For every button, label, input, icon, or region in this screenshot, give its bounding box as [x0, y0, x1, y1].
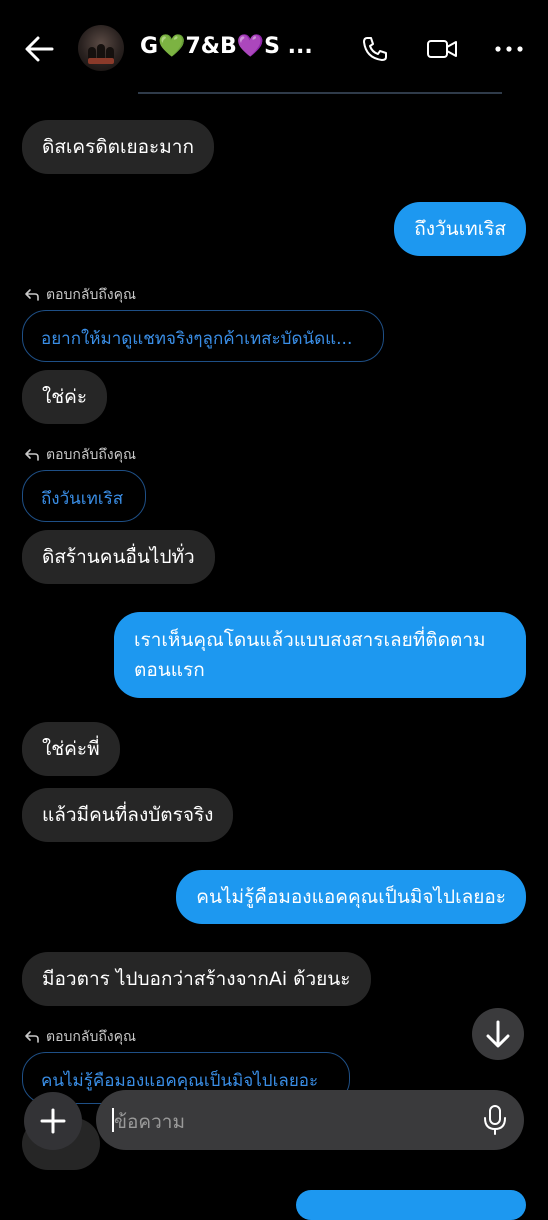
message-input-placeholder: ข้อความ [114, 1111, 185, 1133]
incoming-message[interactable]: มีอวตาร ไปบอกว่าสร้างจากAi ด้วยนะ [22, 952, 371, 1006]
phone-icon[interactable] [360, 34, 390, 64]
message-input[interactable]: ข้อความ [96, 1090, 524, 1150]
incoming-message[interactable]: ดิสเครดิตเยอะมาก [22, 120, 214, 174]
plus-icon [40, 1108, 66, 1134]
divider [138, 92, 502, 94]
chat-title[interactable]: G💚7&B💜S ... [140, 34, 313, 59]
incoming-message[interactable]: แล้วมีคนที่ลงบัตรจริง [22, 788, 234, 842]
outgoing-message[interactable]: ถึงวันเทเริส [394, 202, 526, 256]
quoted-message[interactable]: ถึงวันเทเริส [22, 470, 146, 522]
outgoing-message[interactable]: คนไม่รู้คือมองแอคคุณเป็นมิจไปเลยอะ [176, 870, 526, 924]
incoming-message[interactable]: ใช่ค่ะ [22, 370, 108, 424]
reply-arrow-icon [25, 289, 39, 301]
reply-label: ตอบกลับถึงคุณ [24, 284, 136, 306]
arrow-left-icon[interactable] [22, 32, 56, 66]
add-attachment-button[interactable] [24, 1092, 82, 1150]
chat-header: G💚7&B💜S ... [0, 0, 548, 96]
quoted-message[interactable]: อยากให้มาดูแชทจริงๆลูกค้าเทสะบัดนัดแ... [22, 310, 384, 362]
reply-label: ตอบกลับถึงคุณ [24, 1026, 136, 1048]
video-camera-icon[interactable] [426, 34, 458, 64]
incoming-message[interactable]: ดิสร้านคนอื่นไปทั่ว [22, 530, 215, 584]
reply-arrow-icon [25, 449, 39, 461]
incoming-message[interactable]: ใช่ค่ะพี่ [22, 722, 120, 776]
avatar[interactable] [78, 25, 124, 71]
reply-arrow-icon [25, 1031, 39, 1043]
reply-label: ตอบกลับถึงคุณ [24, 444, 136, 466]
microphone-icon[interactable] [482, 1104, 508, 1136]
scroll-down-button[interactable] [472, 1008, 524, 1060]
outgoing-message-partial[interactable] [296, 1190, 526, 1220]
more-horizontal-icon[interactable] [494, 34, 524, 64]
outgoing-message[interactable]: เราเห็นคุณโดนแล้วแบบสงสารเลยที่ติดตามตอน… [114, 612, 526, 698]
arrow-down-icon [486, 1020, 510, 1048]
